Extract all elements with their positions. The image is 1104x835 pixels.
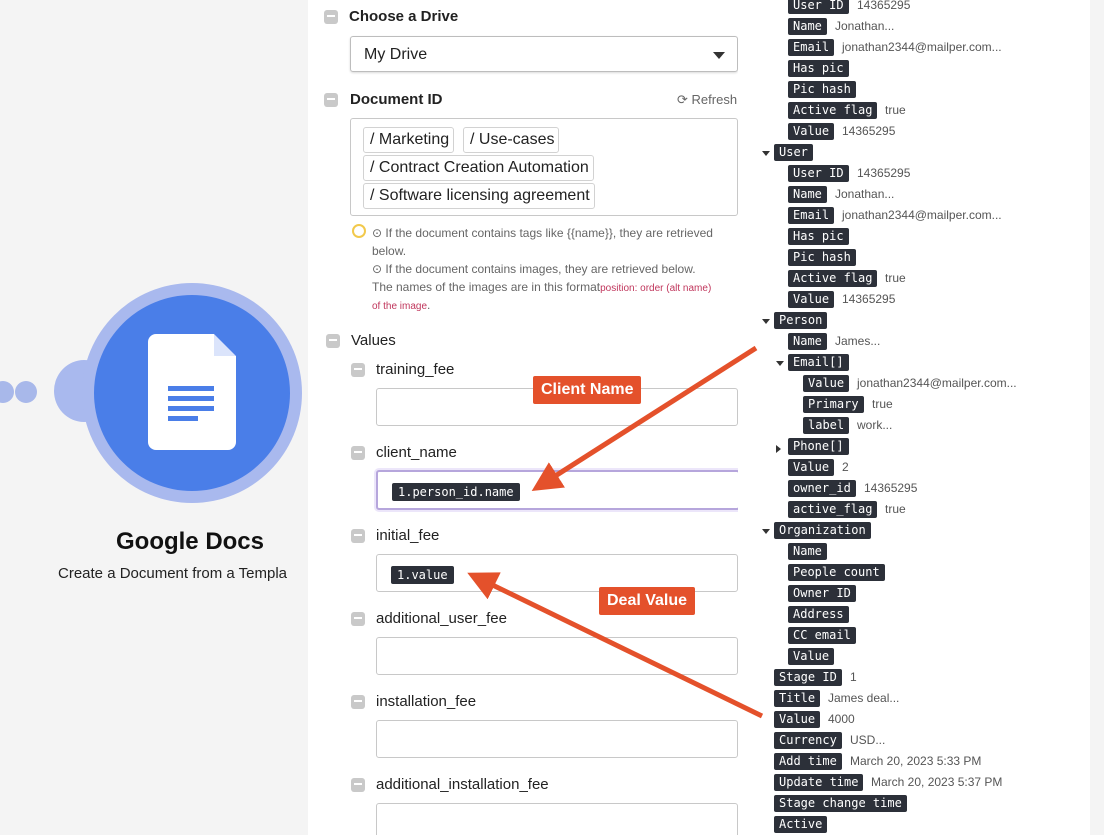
client-name-arrow (531, 345, 758, 492)
annotation-arrows (467, 345, 764, 719)
client-name-callout: Client Name (533, 376, 642, 404)
deal-value-callout: Deal Value (599, 587, 696, 615)
